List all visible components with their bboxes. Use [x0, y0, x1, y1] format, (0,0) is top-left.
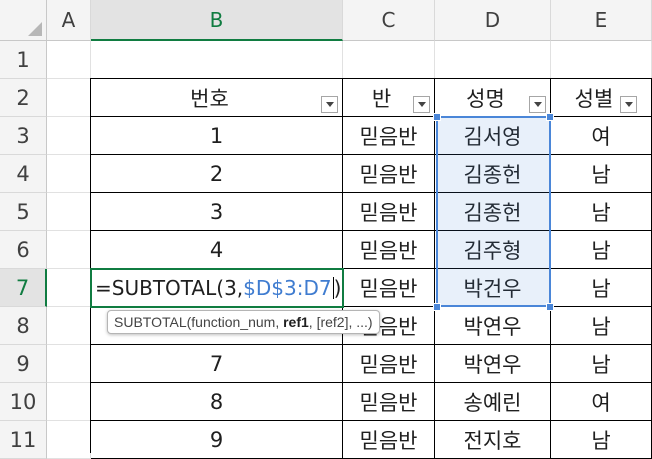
cell-a5[interactable] [47, 193, 91, 231]
table-header-no[interactable]: 번호 [91, 79, 343, 117]
cell-b5[interactable]: 3 [91, 193, 343, 231]
spreadsheet-grid: A B C D E 1 2 3 4 5 6 7 8 9 10 11 번호 반 성명 성별 1 믿음반 김서영 여 2 믿음반 김종헌… [0, 0, 652, 459]
cell-a7[interactable] [47, 269, 91, 307]
column-header-d[interactable]: D [435, 0, 551, 41]
cell-d3[interactable]: 김서영 [435, 117, 551, 155]
cell-a11[interactable] [47, 421, 91, 459]
row-header-2[interactable]: 2 [0, 79, 47, 117]
cell-e9[interactable]: 남 [551, 345, 652, 383]
row-header-11[interactable]: 11 [0, 421, 47, 459]
cell-e4[interactable]: 남 [551, 155, 652, 193]
range-handle-icon[interactable] [546, 303, 554, 311]
row-header-1[interactable]: 1 [0, 41, 47, 79]
row-header-7[interactable]: 7 [0, 269, 47, 307]
filter-dropdown-d[interactable] [529, 96, 546, 113]
cell-a10[interactable] [47, 383, 91, 421]
range-handle-icon[interactable] [546, 113, 554, 121]
cell-c5[interactable]: 믿음반 [343, 193, 435, 231]
column-header-a[interactable]: A [47, 0, 91, 41]
filter-dropdown-e[interactable] [620, 96, 637, 113]
cell-b4[interactable]: 2 [91, 155, 343, 193]
row-header-6[interactable]: 6 [0, 231, 47, 269]
formula-range-reference: $D$3:D7 [243, 276, 332, 300]
cell-e11[interactable]: 남 [551, 421, 652, 459]
cell-b1[interactable] [91, 41, 343, 79]
cell-b6[interactable]: 4 [91, 231, 343, 269]
tooltip-remaining-arguments: , [ref2], ...) [308, 314, 373, 330]
column-header-b[interactable]: B [91, 0, 343, 41]
cell-e10[interactable]: 여 [551, 383, 652, 421]
cell-d8[interactable]: 박연우 [435, 307, 551, 345]
cell-b11[interactable]: 9 [91, 421, 343, 459]
chevron-down-icon [325, 102, 334, 107]
cell-e6[interactable]: 남 [551, 231, 652, 269]
cell-e1[interactable] [551, 41, 652, 79]
cell-d11[interactable]: 전지호 [435, 421, 551, 459]
cell-c3[interactable]: 믿음반 [343, 117, 435, 155]
cell-e3[interactable]: 여 [551, 117, 652, 155]
cell-c1[interactable] [343, 41, 435, 79]
cell-b3[interactable]: 1 [91, 117, 343, 155]
select-all-button[interactable] [0, 0, 47, 41]
column-header-c[interactable]: C [343, 0, 435, 41]
formula-close-paren: ) [333, 276, 342, 300]
cell-d9[interactable]: 박연우 [435, 345, 551, 383]
table-left-border [90, 78, 91, 453]
cell-a1[interactable] [47, 41, 91, 79]
cell-d4[interactable]: 김종헌 [435, 155, 551, 193]
row-header-3[interactable]: 3 [0, 117, 47, 155]
column-header-e[interactable]: E [551, 0, 652, 41]
cell-c4[interactable]: 믿음반 [343, 155, 435, 193]
row-header-8[interactable]: 8 [0, 307, 47, 345]
tooltip-function-name[interactable]: SUBTOTAL(function_num, [114, 314, 283, 330]
cell-a6[interactable] [47, 231, 91, 269]
formula-text: =SUBTOTAL(3, [95, 276, 244, 300]
chevron-down-icon [624, 102, 633, 107]
select-all-triangle-icon [28, 22, 42, 36]
cell-d6[interactable]: 김주형 [435, 231, 551, 269]
cell-a8[interactable] [47, 307, 91, 345]
cell-c11[interactable]: 믿음반 [343, 421, 435, 459]
filter-dropdown-c[interactable] [413, 96, 430, 113]
row-header-10[interactable]: 10 [0, 383, 47, 421]
cell-c6[interactable]: 믿음반 [343, 231, 435, 269]
formula-edit-cell[interactable]: =SUBTOTAL(3, $D$3:D7) [90, 268, 344, 308]
cell-c9[interactable]: 믿음반 [343, 345, 435, 383]
cell-e5[interactable]: 남 [551, 193, 652, 231]
tooltip-current-argument: ref1 [283, 314, 309, 330]
row-header-9[interactable]: 9 [0, 345, 47, 383]
cell-a3[interactable] [47, 117, 91, 155]
cell-c7[interactable]: 믿음반 [343, 269, 435, 307]
cell-d7[interactable]: 박건우 [435, 269, 551, 307]
chevron-down-icon [533, 102, 542, 107]
cell-d10[interactable]: 송예린 [435, 383, 551, 421]
row-header-4[interactable]: 4 [0, 155, 47, 193]
cell-a4[interactable] [47, 155, 91, 193]
cell-b9[interactable]: 7 [91, 345, 343, 383]
cell-e8[interactable]: 남 [551, 307, 652, 345]
table-top-border [90, 78, 652, 79]
cell-e7[interactable]: 남 [551, 269, 652, 307]
cell-d5[interactable]: 김종헌 [435, 193, 551, 231]
function-argument-tooltip[interactable]: SUBTOTAL(function_num, ref1, [ref2], ...… [107, 310, 380, 334]
cell-a9[interactable] [47, 345, 91, 383]
cell-b10[interactable]: 8 [91, 383, 343, 421]
range-handle-icon[interactable] [433, 303, 441, 311]
filter-dropdown-b[interactable] [321, 96, 338, 113]
cell-c10[interactable]: 믿음반 [343, 383, 435, 421]
range-handle-icon[interactable] [433, 113, 441, 121]
cell-a2[interactable] [47, 79, 91, 117]
row-header-5[interactable]: 5 [0, 193, 47, 231]
cell-d1[interactable] [435, 41, 551, 79]
chevron-down-icon [417, 102, 426, 107]
